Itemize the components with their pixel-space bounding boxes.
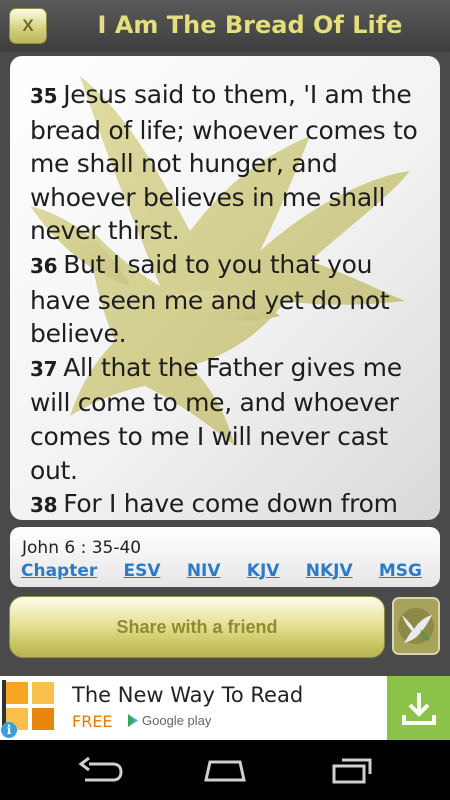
store-badge: Google play	[127, 713, 211, 728]
verse-number: 35	[30, 84, 58, 108]
verse-number: 37	[30, 356, 58, 381]
ad-headline: The New Way To Read	[72, 683, 304, 707]
recent-apps-icon	[332, 758, 372, 784]
ad-banner[interactable]: The New Way To Read FREE Google play i	[0, 676, 450, 740]
kjv-link[interactable]: KJV	[247, 561, 280, 581]
google-play-icon	[128, 714, 138, 727]
passage-reference: John 6 : 35-40	[22, 538, 142, 558]
chapter-link[interactable]: Chapter	[21, 561, 97, 581]
msg-link[interactable]: MSG	[379, 561, 422, 581]
info-icon[interactable]: i	[1, 722, 17, 738]
verse-content: But I said to you that you have seen me …	[30, 249, 390, 349]
verse-content: All that the Father gives me will come t…	[30, 352, 402, 485]
share-button[interactable]: Share with a friend	[9, 596, 385, 658]
dove-image-button[interactable]	[392, 597, 440, 655]
nkjv-link[interactable]: NKJV	[306, 561, 353, 581]
title-bar: X I Am The Bread Of Life	[0, 0, 450, 52]
verse-number: 36	[30, 253, 58, 278]
verse-content: Jesus said to them, 'I am the bread of l…	[30, 80, 418, 246]
system-nav-bar	[0, 740, 450, 800]
reference-panel: John 6 : 35-40 Chapter ESV NIV KJV NKJV …	[10, 527, 440, 587]
recent-apps-button[interactable]	[328, 754, 378, 786]
home-icon	[204, 760, 246, 782]
back-button[interactable]	[75, 754, 125, 786]
dove-icon	[394, 599, 438, 653]
download-button[interactable]	[387, 676, 450, 740]
verse-number: 38	[30, 493, 58, 518]
esv-link[interactable]: ESV	[124, 561, 161, 581]
niv-link[interactable]: NIV	[187, 561, 221, 581]
ad-price: FREE	[72, 712, 113, 731]
version-links: Chapter ESV NIV KJV NKJV MSG	[21, 561, 422, 581]
home-button[interactable]	[200, 754, 250, 786]
scripture-panel[interactable]: 35 Jesus said to them, 'I am the bread of…	[10, 56, 440, 520]
download-icon	[401, 693, 436, 725]
page-title: I Am The Bread Of Life	[97, 11, 403, 39]
verse-content: For I have come down from	[63, 489, 398, 519]
back-icon	[78, 756, 123, 782]
store-label: Google play	[142, 713, 212, 728]
verse-text: 35 Jesus said to them, 'I am the bread of…	[30, 78, 430, 520]
close-button[interactable]: X	[9, 8, 47, 44]
